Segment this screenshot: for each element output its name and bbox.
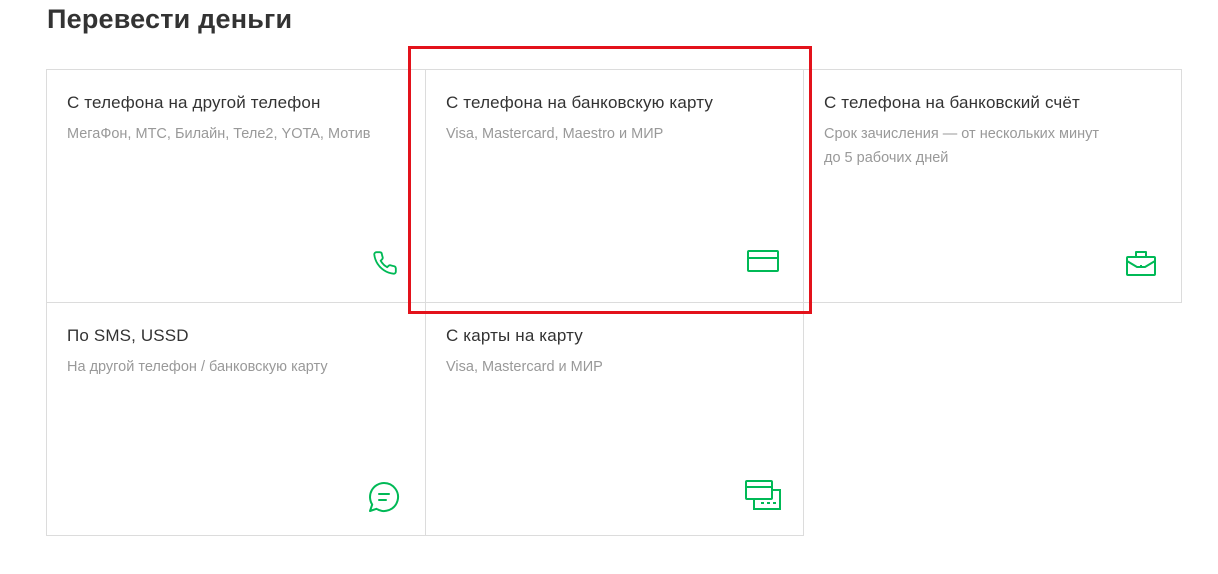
- transfer-money-page: Перевести деньги С телефона на другой те…: [0, 0, 1218, 574]
- card-description: МегаФон, МТС, Билайн, Теле2, YOTA, Мотив: [67, 126, 371, 142]
- card-title: С карты на карту: [446, 326, 583, 345]
- card-phone-to-phone[interactable]: С телефона на другой телефон МегаФон, МТ…: [46, 69, 426, 303]
- chat-bubble-icon: [367, 480, 401, 514]
- card-description: На другой телефон / банковскую карту: [67, 359, 328, 375]
- card-description: Visa, Mastercard и МИР: [446, 359, 603, 375]
- card-description-line: Срок зачисления — от нескольких минут: [824, 126, 1100, 142]
- card-title: С телефона на банковский счёт: [824, 93, 1080, 112]
- card-title: С телефона на банковскую карту: [446, 93, 713, 112]
- card-phone-to-bank-account[interactable]: С телефона на банковский счёт Срок зачис…: [803, 69, 1182, 303]
- card-description-line: до 5 рабочих дней: [824, 150, 949, 166]
- card-description: Visa, Mastercard, Maestro и МИР: [446, 126, 664, 142]
- card-card-to-card[interactable]: С карты на карту Visa, Mastercard и МИР: [425, 302, 804, 536]
- card-description: Срок зачисления — от нескольких минут до…: [824, 122, 1144, 170]
- card-sms-ussd[interactable]: По SMS, USSD На другой телефон / банковс…: [46, 302, 426, 536]
- phone-icon: [372, 250, 398, 276]
- credit-card-icon: [746, 248, 780, 274]
- two-cards-icon: [744, 478, 782, 512]
- page-title: Перевести деньги: [47, 4, 293, 34]
- card-title: По SMS, USSD: [67, 326, 189, 345]
- briefcase-icon: [1125, 249, 1157, 277]
- card-title: С телефона на другой телефон: [67, 93, 321, 112]
- card-phone-to-bank-card[interactable]: С телефона на банковскую карту Visa, Mas…: [425, 69, 804, 303]
